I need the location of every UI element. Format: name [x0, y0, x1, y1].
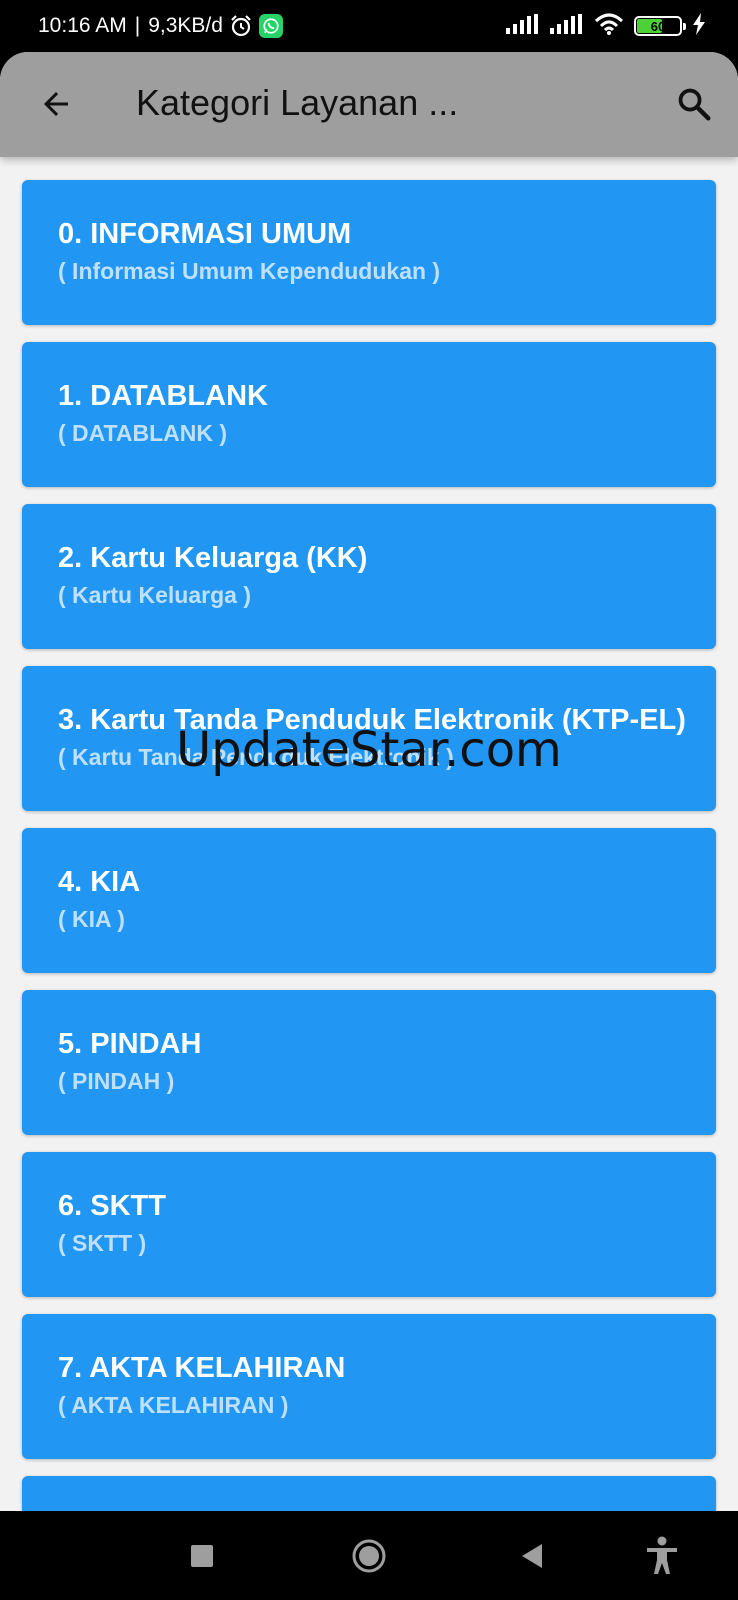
category-item-kia[interactable]: 4. KIA ( KIA ): [22, 828, 716, 973]
navigation-bar: [0, 1511, 738, 1600]
category-title: 1. DATABLANK: [58, 380, 268, 412]
accessibility-button[interactable]: [622, 1511, 702, 1600]
accessibility-icon: [647, 1536, 677, 1574]
battery-level: 60: [650, 18, 666, 34]
arrow-left-icon: [44, 92, 68, 116]
category-item-informasi-umum[interactable]: 0. INFORMASI UMUM ( Informasi Umum Kepen…: [22, 180, 716, 325]
category-list[interactable]: 0. INFORMASI UMUM ( Informasi Umum Kepen…: [0, 157, 738, 1511]
category-title: 4. KIA: [58, 866, 141, 898]
page-title: Kategori Layanan ...: [136, 82, 459, 123]
status-right: 60: [506, 12, 706, 40]
category-title: 5. PINDAH: [58, 1028, 202, 1060]
category-subtitle: ( PINDAH ): [58, 1068, 175, 1094]
back-button[interactable]: [34, 82, 78, 126]
app-bar: Kategori Layanan ...: [0, 52, 738, 157]
category-item-datablank[interactable]: 1. DATABLANK ( DATABLANK ): [22, 342, 716, 487]
signal-icon: [550, 13, 584, 39]
signal-icon: [506, 13, 540, 39]
category-item-ktp-el[interactable]: 3. Kartu Tanda Penduduk Elektronik (KTP-…: [22, 666, 716, 811]
phone-screen: 10:16 AM | 9,3KB/d 60 Kategori Layanan .…: [0, 0, 738, 1600]
wifi-icon: [594, 13, 624, 40]
category-item-akta-kelahiran[interactable]: 7. AKTA KELAHIRAN ( AKTA KELAHIRAN ): [22, 1314, 716, 1459]
battery-icon: 60: [634, 16, 686, 36]
category-item-kartu-keluarga[interactable]: 2. Kartu Keluarga (KK) ( Kartu Keluarga …: [22, 504, 716, 649]
category-subtitle: ( KIA ): [58, 906, 125, 932]
search-icon: [678, 88, 711, 121]
app-window: Kategori Layanan ... 0. INFORMASI UMUM (…: [0, 52, 738, 1511]
whatsapp-icon: [258, 14, 283, 38]
category-title: 7. AKTA KELAHIRAN: [58, 1352, 346, 1384]
search-button[interactable]: [672, 82, 716, 126]
category-subtitle: ( SKTT ): [58, 1230, 147, 1256]
alarm-icon: [229, 14, 253, 38]
category-subtitle: ( Kartu Keluarga ): [58, 582, 251, 608]
category-title: 3. Kartu Tanda Penduduk Elektronik (KTP-…: [58, 704, 686, 736]
category-subtitle: ( Informasi Umum Kependudukan ): [58, 258, 441, 284]
category-subtitle: ( AKTA KELAHIRAN ): [58, 1392, 289, 1418]
home-icon: [352, 1539, 386, 1572]
category-subtitle: ( Kartu Tanda Penduduk Elektronik ): [58, 744, 454, 770]
category-item-partial[interactable]: [22, 1476, 716, 1511]
recents-icon: [191, 1544, 213, 1567]
charging-icon: [692, 12, 706, 40]
category-title: 0. INFORMASI UMUM: [58, 218, 352, 250]
recents-button[interactable]: [162, 1511, 242, 1600]
status-separator: |: [134, 14, 141, 37]
category-item-sktt[interactable]: 6. SKTT ( SKTT ): [22, 1152, 716, 1297]
category-title: 2. Kartu Keluarga (KK): [58, 542, 368, 574]
category-subtitle: ( DATABLANK ): [58, 420, 228, 446]
status-bar: 10:16 AM | 9,3KB/d 60: [0, 0, 738, 52]
home-button[interactable]: [329, 1511, 409, 1600]
category-item-pindah[interactable]: 5. PINDAH ( PINDAH ): [22, 990, 716, 1135]
category-title: 6. SKTT: [58, 1190, 166, 1222]
back-icon: [522, 1543, 542, 1568]
network-speed: 9,3KB/d: [148, 14, 223, 37]
status-left: 10:16 AM | 9,3KB/d: [38, 14, 283, 38]
status-time: 10:16 AM: [38, 14, 127, 37]
back-nav-button[interactable]: [492, 1511, 572, 1600]
